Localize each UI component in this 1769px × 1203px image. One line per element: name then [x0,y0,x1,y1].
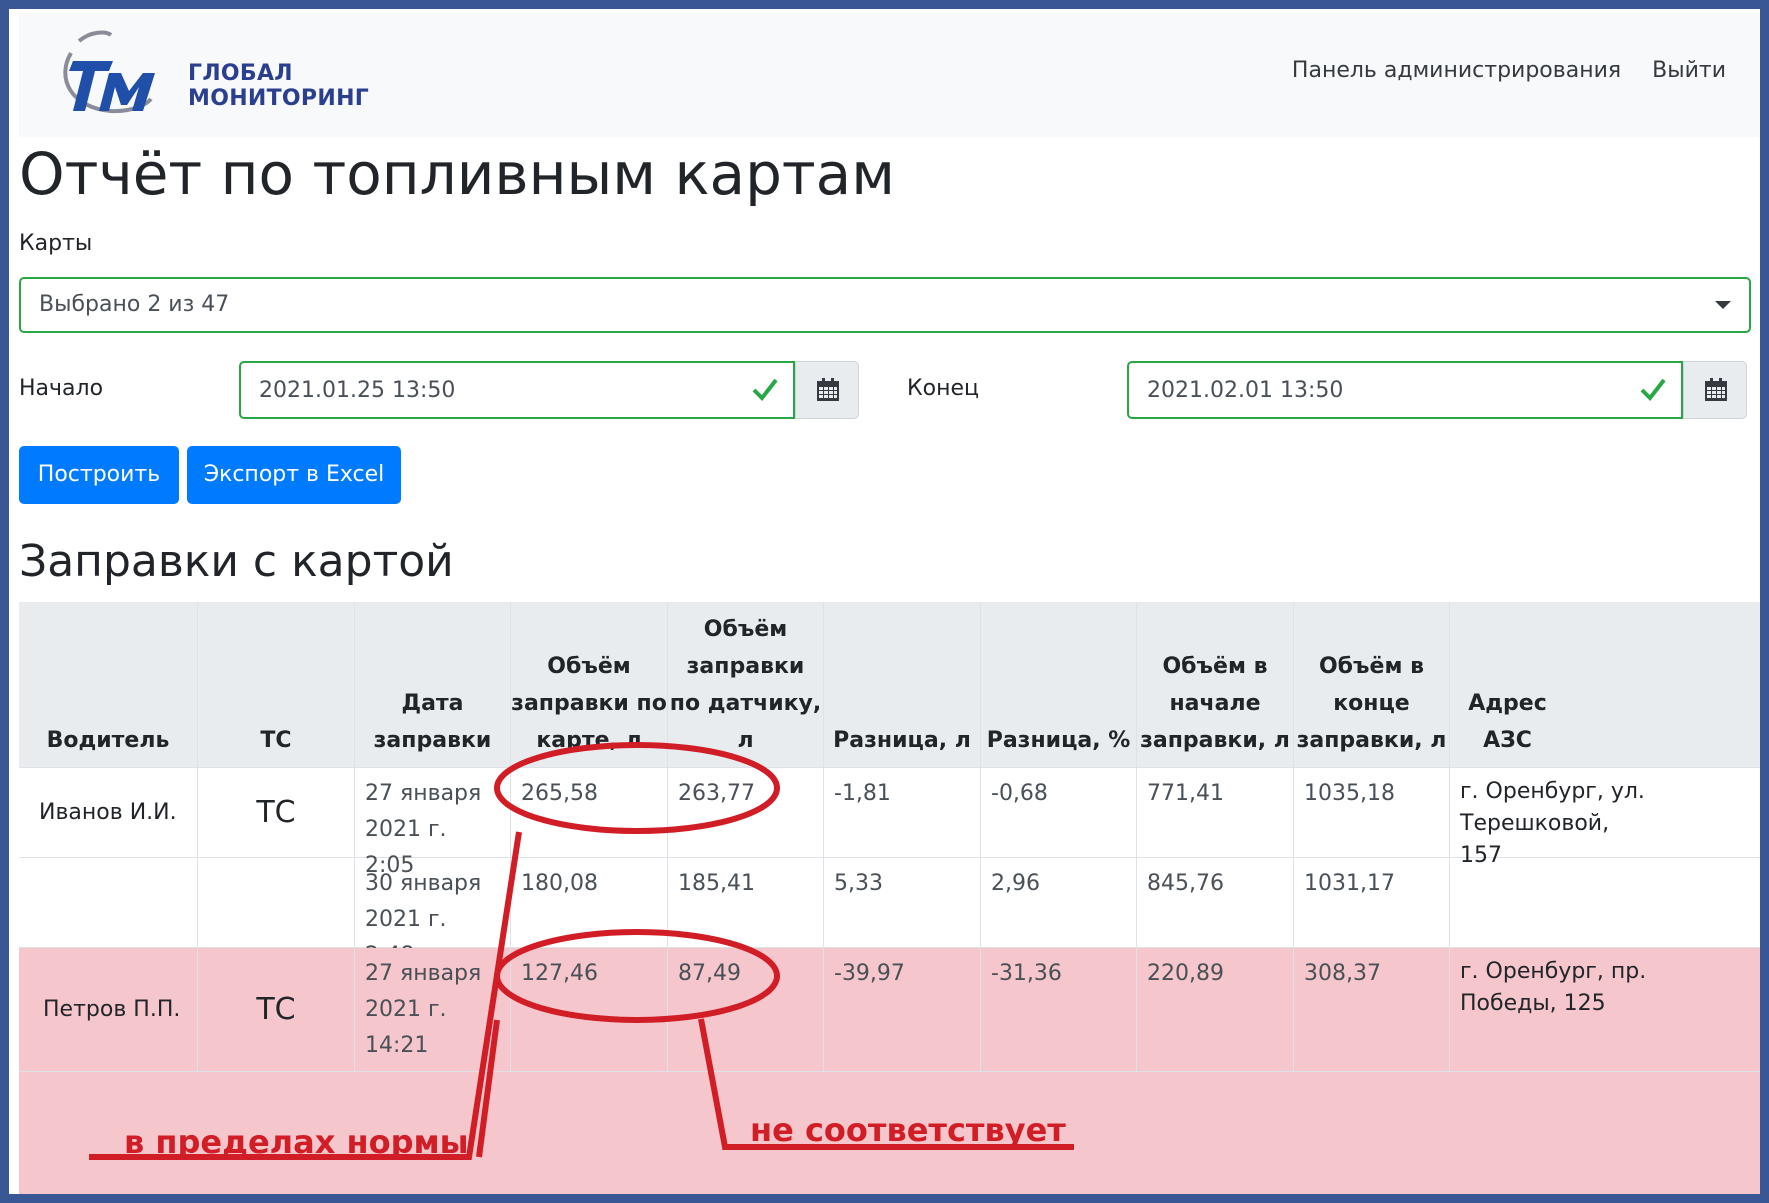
highlight-ellipse-bad [494,929,780,1023]
annotation-bad-label: не соответствует [750,1111,1066,1149]
highlight-ellipse-ok [494,742,780,834]
pointer-line-ok [89,831,522,1160]
app-window: ГЛОБАЛ МОНИТОРИНГ Панель администрирован… [9,9,1760,1194]
annotation-overlay [89,742,1074,1160]
annotation-ok-label: в пределах нормы [124,1123,469,1161]
